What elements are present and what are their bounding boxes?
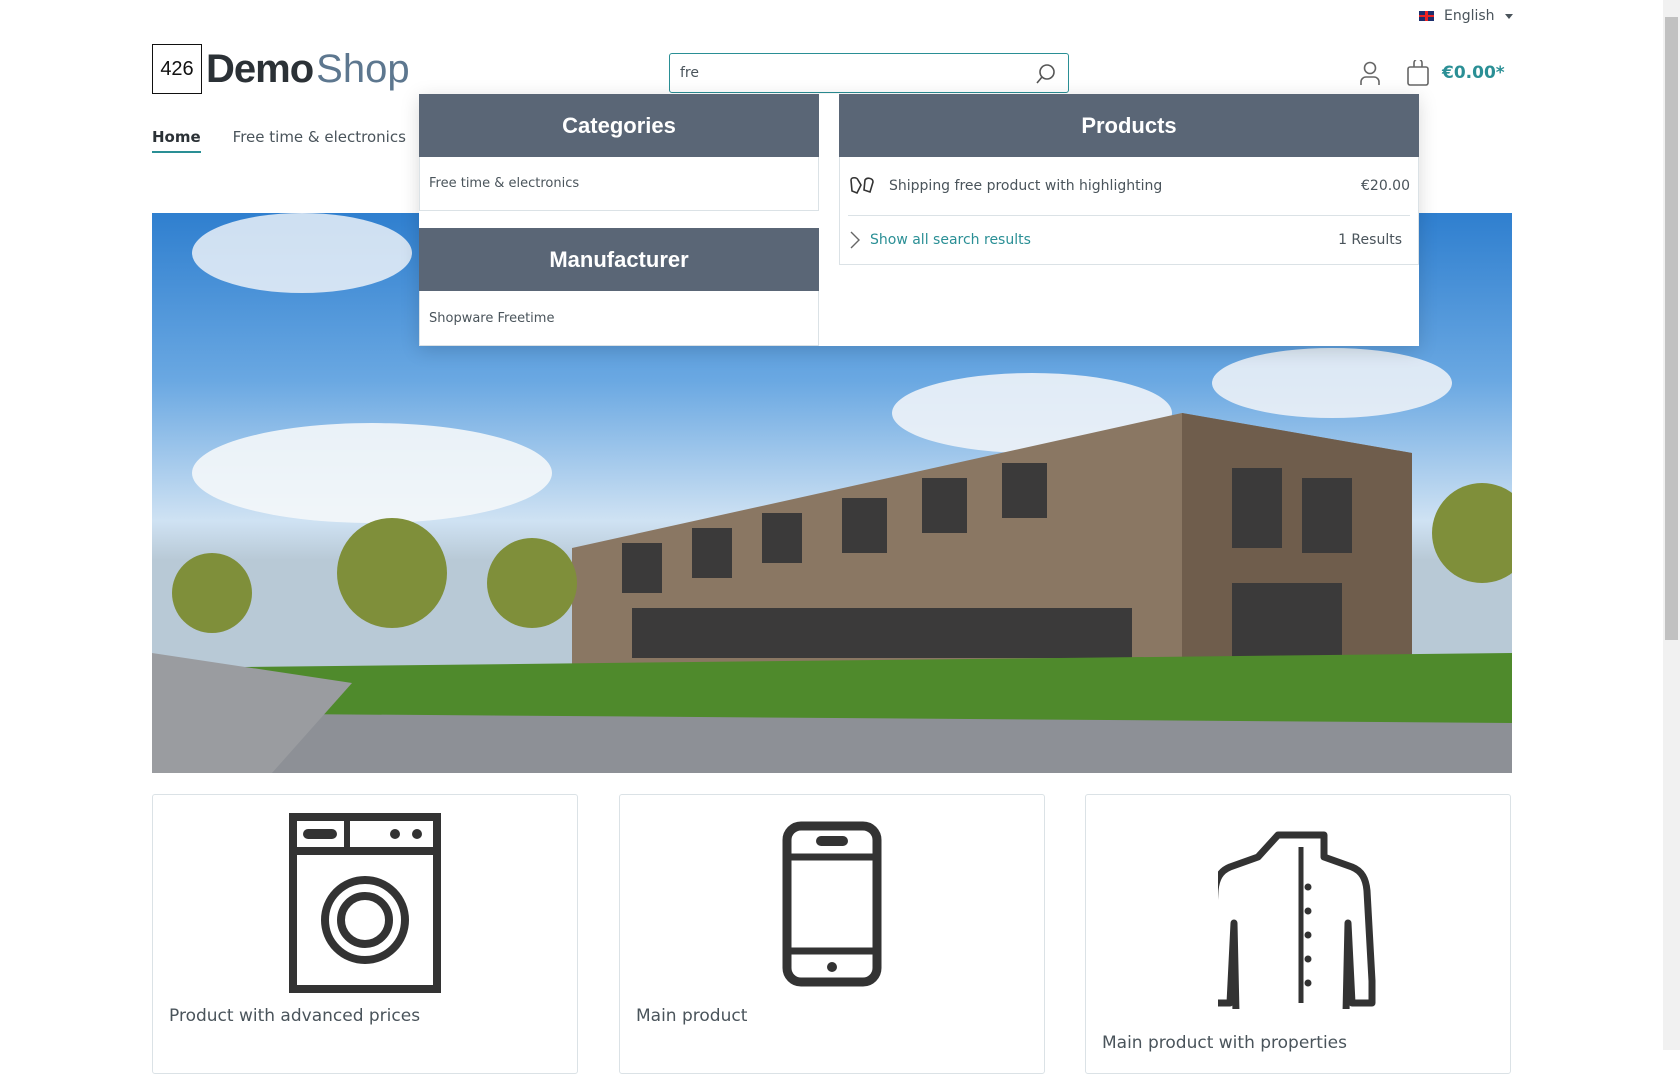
product-title[interactable]: Main product	[636, 1006, 747, 1026]
products-section: Products Shipping free product with high…	[839, 94, 1419, 265]
product-name: Shipping free product with highlighting	[889, 178, 1163, 194]
mittens-icon	[850, 176, 874, 195]
washing-machine-icon	[289, 813, 441, 993]
cart-total: €0.00*	[1442, 63, 1505, 83]
manufacturer-suggestion[interactable]: Shopware Freetime	[419, 291, 819, 346]
categories-header: Categories	[419, 94, 819, 157]
logo-brand-light: Shop	[316, 46, 410, 91]
product-price: €20.00	[1361, 178, 1410, 194]
product-card[interactable]: Main product	[619, 794, 1045, 1074]
product-suggestion[interactable]: Shipping free product with highlighting …	[848, 157, 1410, 216]
logo-brand-bold: Demo	[206, 46, 314, 91]
language-label: English	[1444, 8, 1495, 24]
shop-logo[interactable]: 426 Demo Shop	[152, 44, 410, 94]
smartphone-icon	[782, 821, 882, 987]
results-count: 1 Results	[1338, 232, 1402, 248]
language-selector[interactable]: English	[1419, 8, 1513, 24]
show-all-results-link[interactable]: Show all search results 1 Results	[848, 216, 1410, 264]
cart-button[interactable]: €0.00*	[1406, 60, 1505, 86]
scrollbar-thumb[interactable]	[1665, 17, 1678, 640]
show-all-label: Show all search results	[870, 232, 1031, 248]
product-title[interactable]: Main product with properties	[1102, 1033, 1347, 1053]
category-suggestion[interactable]: Free time & electronics	[419, 157, 819, 211]
uk-flag-icon	[1419, 11, 1434, 21]
logo-mark: 426	[152, 44, 202, 94]
shopping-bag-icon	[1407, 60, 1429, 86]
search-icon[interactable]	[1034, 63, 1056, 85]
product-card[interactable]: Main product with properties	[1085, 794, 1511, 1074]
search-suggest-dropdown: Categories Free time & electronics Manuf…	[419, 94, 1419, 346]
jacket-icon	[1218, 831, 1376, 1009]
search-box	[669, 53, 1069, 93]
manufacturer-header: Manufacturer	[419, 228, 819, 291]
categories-section: Categories Free time & electronics Manuf…	[419, 94, 819, 346]
nav-item-home[interactable]: Home	[152, 128, 201, 153]
main-navigation: Home Free time & electronics	[152, 128, 406, 153]
product-title[interactable]: Product with advanced prices	[169, 1006, 420, 1026]
search-input[interactable]	[670, 54, 1010, 92]
caret-down-icon	[1504, 13, 1513, 19]
chevron-right-icon	[850, 231, 860, 249]
account-icon[interactable]	[1358, 60, 1382, 86]
nav-item-free-time-electronics[interactable]: Free time & electronics	[233, 128, 406, 153]
products-header: Products	[839, 94, 1419, 157]
product-card[interactable]: Product with advanced prices	[152, 794, 578, 1074]
